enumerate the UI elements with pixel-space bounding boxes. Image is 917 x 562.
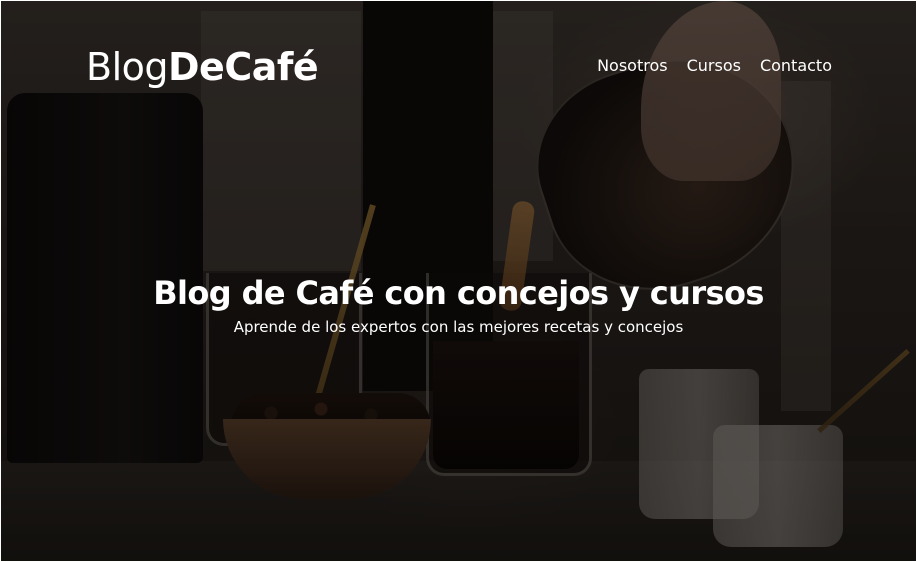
main-nav: Nosotros Cursos Contacto [597,55,832,77]
page-frame: BlogDeCafé Nosotros Cursos Contacto Blog… [1,1,916,561]
nav-link-contacto[interactable]: Contacto [760,55,832,77]
nav-link-cursos[interactable]: Cursos [687,55,741,77]
site-logo[interactable]: BlogDeCafé [86,45,319,89]
site-header: BlogDeCafé Nosotros Cursos Contacto [1,1,916,121]
hero-subtitle: Aprende de los expertos con las mejores … [233,318,684,336]
nav-link-nosotros[interactable]: Nosotros [597,55,668,77]
logo-light-text: Blog [86,45,169,89]
logo-bold-text: DeCafé [168,45,319,89]
hero-content: Blog de Café con concejos y cursos Apren… [1,271,916,337]
hero-title: Blog de Café con concejos y cursos [153,274,764,312]
